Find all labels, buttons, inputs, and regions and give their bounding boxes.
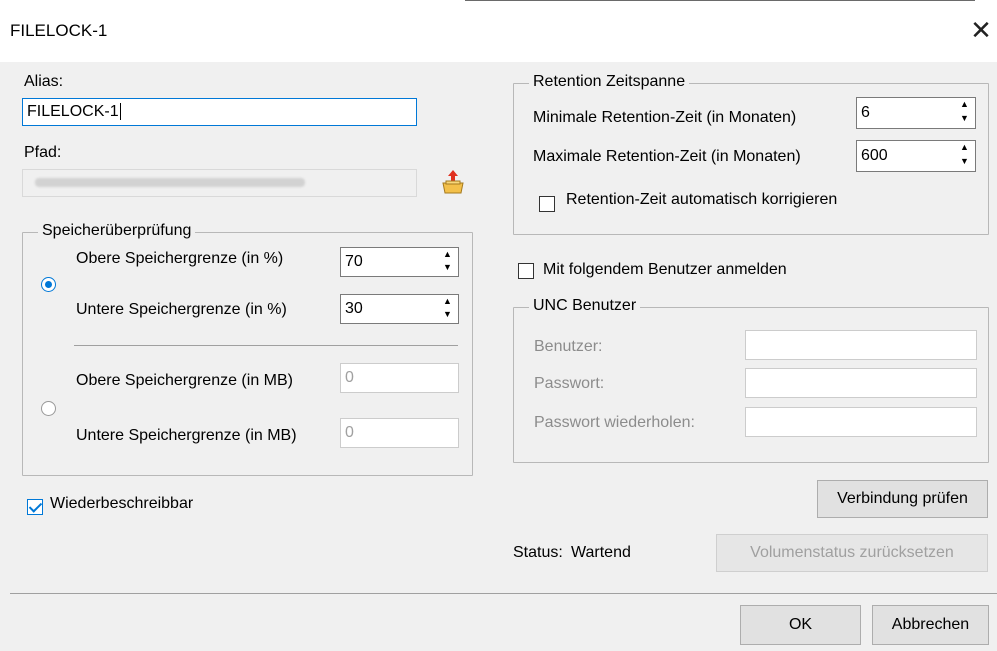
lower-mb-value: 0 [345,424,354,441]
percent-limit-radio[interactable] [41,277,56,292]
lower-percent-value: 30 [345,300,363,317]
max-retention-label: Maximale Retention-Zeit (in Monaten) [533,148,801,165]
close-icon[interactable]: ✕ [968,16,994,44]
status-value: Wartend [571,544,631,561]
min-retention-spinner[interactable]: 6 ▲ ▼ [856,97,976,129]
max-retention-spinner[interactable]: 600 ▲ ▼ [856,140,976,172]
lower-mb-label: Untere Speichergrenze (in MB) [76,427,297,444]
cancel-button[interactable]: Abbrechen [872,605,989,645]
spinner-arrows-icon[interactable]: ▲ ▼ [439,249,456,275]
auto-retention-label[interactable]: Retention-Zeit automatisch korrigieren [566,190,837,210]
upper-percent-spinner[interactable]: 70 ▲ ▼ [340,247,459,277]
upper-mb-value: 0 [345,369,354,386]
title-bar-edge [465,0,975,1]
spinner-arrows-icon[interactable]: ▲ ▼ [956,99,973,127]
login-checkbox[interactable] [518,263,534,279]
window-title: FILELOCK-1 [10,21,108,40]
unc-password-label: Passwort: [534,375,605,392]
lower-percent-spinner[interactable]: 30 ▲ ▼ [340,294,459,324]
lower-percent-label: Untere Speichergrenze (in %) [76,301,287,318]
max-retention-value: 600 [861,147,888,164]
upper-percent-value: 70 [345,253,363,270]
upper-percent-label: Obere Speichergrenze (in %) [76,250,284,267]
unc-user-label: Benutzer: [534,338,603,355]
login-label[interactable]: Mit folgendem Benutzer anmelden [543,260,787,280]
folder-browse-icon[interactable] [439,167,467,197]
unc-password-repeat-label: Passwort wiederholen: [534,414,695,431]
spinner-arrows-icon[interactable]: ▲ ▼ [439,296,456,322]
rewritable-checkbox[interactable] [27,499,43,515]
check-connection-button[interactable]: Verbindung prüfen [817,480,988,518]
unc-password-repeat-input[interactable] [745,407,977,437]
unc-user-legend: UNC Benutzer [529,296,641,316]
min-retention-value: 6 [861,104,870,121]
title-bar [0,0,997,62]
retention-legend: Retention Zeitspanne [529,72,690,92]
alias-label: Alias: [24,73,64,90]
path-input[interactable] [22,169,417,197]
mb-limit-radio[interactable] [41,401,56,416]
upper-mb-label: Obere Speichergrenze (in MB) [76,372,293,389]
unc-user-input[interactable] [745,330,977,360]
alias-input[interactable]: FILELOCK-1 [22,98,417,126]
path-label: Pfad: [24,144,62,161]
unc-password-input[interactable] [745,368,977,398]
path-value [35,178,305,187]
upper-mb-input[interactable]: 0 [340,363,459,393]
min-retention-label: Minimale Retention-Zeit (in Monaten) [533,109,797,126]
spinner-arrows-icon[interactable]: ▲ ▼ [956,142,973,170]
storage-check-legend: Speicherüberprüfung [38,221,196,241]
footer-separator [10,593,997,594]
reset-volume-status-button[interactable]: Volumenstatus zurücksetzen [716,534,988,572]
lower-mb-input[interactable]: 0 [340,418,459,448]
status-label: Status: [513,544,563,561]
text-caret [119,103,121,120]
ok-button[interactable]: OK [740,605,861,645]
auto-retention-checkbox[interactable] [539,196,555,212]
storage-divider [74,345,458,346]
rewritable-label[interactable]: Wiederbeschreibbar [50,494,193,514]
alias-value: FILELOCK-1 [27,103,119,120]
